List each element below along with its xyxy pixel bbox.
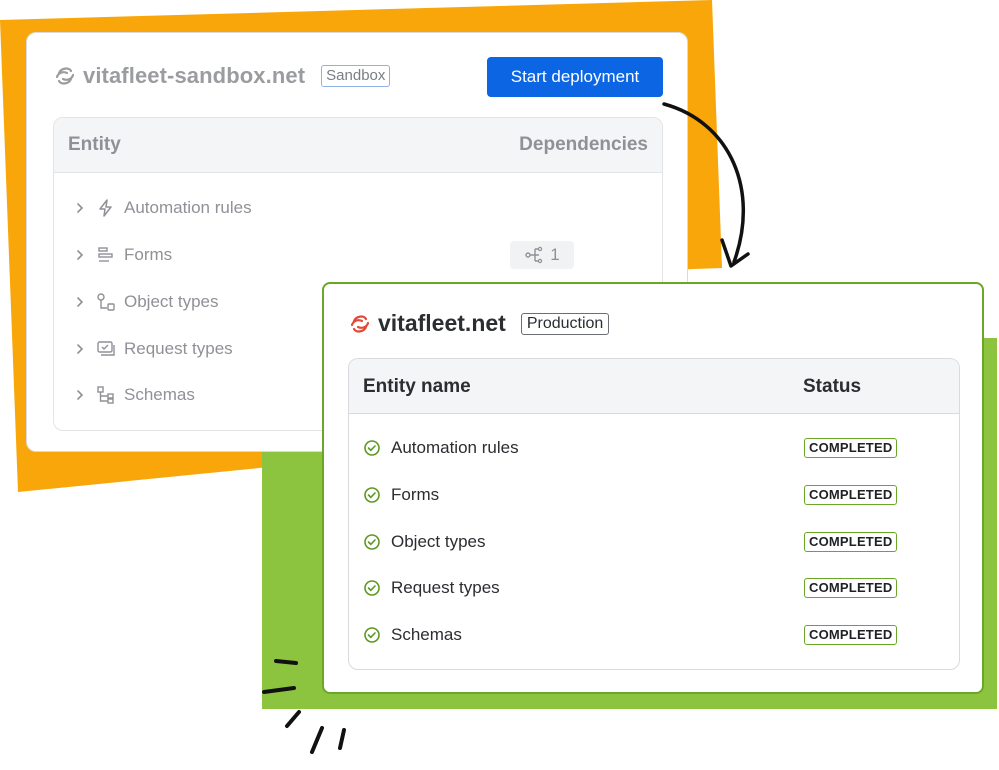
arrow-head-icon [720,238,750,268]
curved-arrow-icon [662,102,745,264]
decorative-strokes [262,102,750,754]
sparkle-lines-icon [262,659,346,754]
